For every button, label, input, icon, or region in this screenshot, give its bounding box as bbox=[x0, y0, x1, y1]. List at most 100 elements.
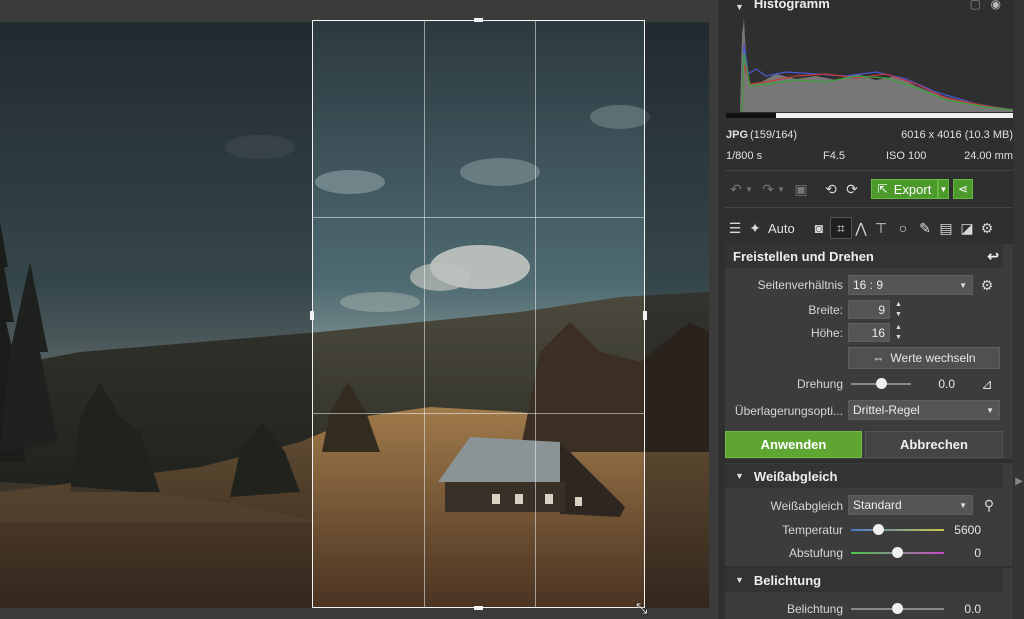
exposure-slider[interactable] bbox=[851, 603, 944, 614]
undo-icon[interactable]: ↶ bbox=[726, 180, 746, 198]
crop-handle-bottom[interactable] bbox=[474, 606, 483, 610]
rotation-label: Drehung bbox=[796, 377, 843, 391]
crop-grid-line bbox=[313, 217, 644, 218]
collapse-arrow-icon: ▼ bbox=[735, 471, 744, 481]
aperture: F4.5 bbox=[823, 150, 846, 162]
rotation-slider-knob[interactable] bbox=[875, 378, 887, 389]
format-label: JPG bbox=[726, 129, 749, 141]
width-label: Breite: bbox=[808, 303, 843, 317]
histogram-header[interactable]: ▼ Histogramm ◉ ▢ bbox=[725, 0, 1013, 14]
temperature-label: Temperatur bbox=[782, 523, 843, 537]
tint-slider-knob[interactable] bbox=[892, 547, 903, 558]
histogram-title: Histogramm bbox=[753, 0, 830, 11]
adjustments-icon[interactable]: ☰ bbox=[726, 219, 744, 237]
width-input[interactable]: 9 bbox=[848, 300, 890, 319]
temperature-value[interactable]: 5600 bbox=[943, 523, 981, 537]
panel-scrollbar[interactable]: ▶ bbox=[1014, 0, 1024, 619]
exposure-value[interactable]: 0.0 bbox=[943, 602, 981, 616]
crop-tool-icon[interactable]: ⌗ bbox=[830, 217, 852, 239]
straighten-tool-icon[interactable]: ⊿ bbox=[978, 375, 996, 393]
scroll-arrow-icon[interactable]: ▶ bbox=[1015, 476, 1023, 487]
collapse-arrow-icon: ▼ bbox=[735, 2, 744, 12]
exposure-slider-knob[interactable] bbox=[892, 603, 903, 614]
whitebalance-value: Standard bbox=[853, 498, 902, 512]
redo-icon[interactable]: ↷ bbox=[758, 180, 778, 198]
apply-button[interactable]: Anwenden bbox=[725, 431, 862, 458]
undo-dropdown-icon[interactable]: ▼ bbox=[744, 180, 754, 198]
exposure-header[interactable]: ▼ Belichtung bbox=[725, 568, 1003, 592]
crop-frame[interactable] bbox=[310, 18, 647, 610]
iso-value: ISO 100 bbox=[886, 150, 927, 162]
circle-mask-icon[interactable]: ○ bbox=[894, 219, 912, 237]
aspect-settings-gear-icon[interactable]: ⚙ bbox=[978, 276, 996, 294]
height-label: Höhe: bbox=[810, 326, 843, 340]
apply-label: Anwenden bbox=[760, 437, 827, 452]
height-input[interactable]: 16 bbox=[848, 323, 890, 342]
width-stepper-down-icon[interactable]: ▼ bbox=[895, 311, 902, 318]
divider bbox=[725, 207, 1013, 208]
height-stepper-up-icon[interactable]: ▲ bbox=[895, 324, 902, 331]
image-index: (159/164) bbox=[750, 129, 798, 141]
whitebalance-select[interactable]: Standard ▼ bbox=[848, 495, 973, 515]
cancel-label: Abbrechen bbox=[900, 437, 968, 452]
export-button[interactable]: ⇱ Export bbox=[871, 179, 938, 199]
aspect-ratio-value: 16 : 9 bbox=[853, 278, 884, 292]
crop-handle-top[interactable] bbox=[474, 18, 483, 22]
eyedropper-icon[interactable]: ⚲ bbox=[980, 496, 998, 514]
export-label: Export bbox=[893, 181, 932, 197]
gradient-icon[interactable]: ▤ bbox=[937, 219, 955, 237]
rotate-right-icon[interactable]: ⟳ bbox=[842, 180, 862, 198]
whitebalance-title: Weißabgleich bbox=[753, 468, 838, 484]
crop-grid-line bbox=[535, 21, 536, 607]
redo-dropdown-icon[interactable]: ▼ bbox=[776, 180, 786, 198]
perspective-icon[interactable]: ⋀ bbox=[852, 219, 870, 237]
chevron-down-icon: ▼ bbox=[986, 406, 994, 415]
rotation-value[interactable]: 0.0 bbox=[918, 377, 955, 391]
brush-icon[interactable]: ✎ bbox=[916, 219, 934, 237]
overlay-options-label: Überlagerungsopti... bbox=[734, 404, 843, 418]
eraser-icon[interactable]: ◪ bbox=[958, 219, 976, 237]
whitebalance-header[interactable]: ▼ Weißabgleich bbox=[725, 464, 1003, 488]
chevron-down-icon: ▼ bbox=[959, 281, 967, 290]
height-value: 16 bbox=[871, 325, 885, 340]
rotation-slider[interactable] bbox=[851, 378, 911, 389]
aspect-ratio-select[interactable]: 16 : 9 ▼ bbox=[848, 275, 973, 295]
compare-image-icon[interactable]: ▣ bbox=[791, 180, 811, 198]
histogram-mode-icon[interactable]: ▢ bbox=[970, 0, 981, 11]
histogram-chart bbox=[726, 14, 1014, 118]
crop-grid-line bbox=[313, 413, 644, 414]
auto-button[interactable]: Auto bbox=[768, 221, 795, 236]
crop-dim-left bbox=[0, 22, 312, 608]
histogram-settings-icon[interactable]: ◉ bbox=[991, 0, 1001, 11]
height-stepper-down-icon[interactable]: ▼ bbox=[895, 334, 902, 341]
cancel-button[interactable]: Abbrechen bbox=[865, 431, 1003, 458]
swap-arrows-icon: ⇔ bbox=[872, 351, 885, 365]
overlay-select[interactable]: Drittel-Regel ▼ bbox=[848, 400, 1000, 420]
exposure-title: Belichtung bbox=[753, 572, 822, 588]
crop-dim-right bbox=[645, 22, 709, 608]
swap-values-button[interactable]: ⇔ Werte wechseln bbox=[848, 347, 1000, 369]
width-stepper-up-icon[interactable]: ▲ bbox=[895, 301, 902, 308]
crop-header[interactable]: Freistellen und Drehen ↩ bbox=[725, 244, 1003, 268]
reset-arrow-icon[interactable]: ↩ bbox=[987, 248, 999, 265]
text-tool-icon[interactable]: ⊤ bbox=[872, 219, 890, 237]
overlay-value: Drittel-Regel bbox=[853, 403, 920, 417]
divider bbox=[725, 170, 1013, 171]
share-icon: ⋖ bbox=[957, 182, 969, 196]
tint-slider[interactable] bbox=[851, 547, 944, 558]
settings-gear-icon[interactable]: ⚙ bbox=[978, 219, 996, 237]
shutter-speed: 1/800 s bbox=[726, 150, 763, 162]
whitebalance-label: Weißabgleich bbox=[770, 499, 843, 513]
crop-title: Freistellen und Drehen bbox=[733, 248, 874, 264]
temperature-slider[interactable] bbox=[851, 524, 944, 535]
auto-wand-icon[interactable]: ✦ bbox=[746, 219, 764, 237]
share-button[interactable]: ⋖ bbox=[953, 179, 973, 199]
crop-grid-line bbox=[424, 21, 425, 607]
camera-icon[interactable]: ◙ bbox=[810, 219, 828, 237]
crop-handle-right[interactable] bbox=[643, 311, 647, 320]
export-dropdown-button[interactable]: ▼ bbox=[938, 179, 949, 199]
crop-handle-left[interactable] bbox=[310, 311, 314, 320]
rotate-left-icon[interactable]: ⟲ bbox=[821, 180, 841, 198]
tint-value[interactable]: 0 bbox=[943, 546, 981, 560]
swap-values-label: Werte wechseln bbox=[890, 351, 976, 365]
